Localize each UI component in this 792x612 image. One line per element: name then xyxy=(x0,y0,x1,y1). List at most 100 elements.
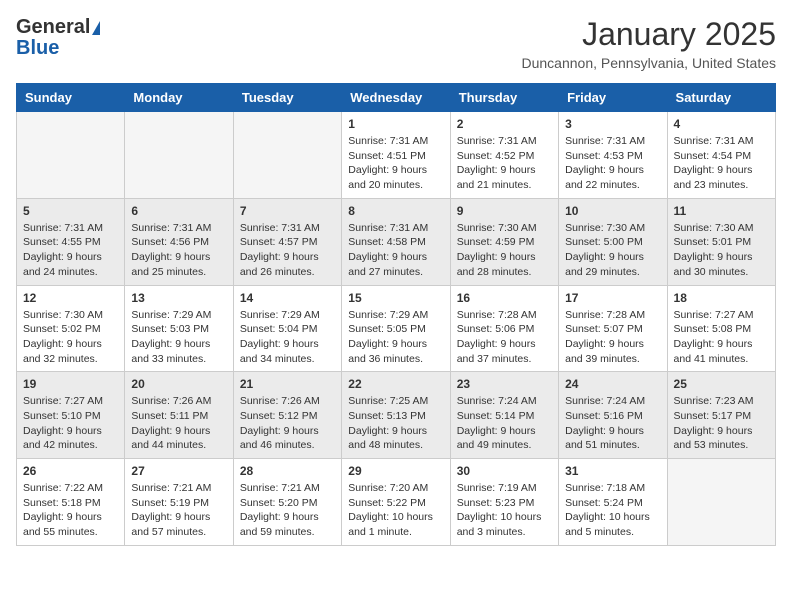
calendar-table: SundayMondayTuesdayWednesdayThursdayFrid… xyxy=(16,83,776,546)
calendar-cell: 26Sunrise: 7:22 AMSunset: 5:18 PMDayligh… xyxy=(17,459,125,546)
day-info: Sunrise: 7:31 AMSunset: 4:53 PMDaylight:… xyxy=(565,134,660,193)
day-number: 20 xyxy=(131,377,226,391)
calendar-cell: 16Sunrise: 7:28 AMSunset: 5:06 PMDayligh… xyxy=(450,285,558,372)
day-number: 21 xyxy=(240,377,335,391)
calendar-cell: 29 Sunrise: 7:20 AMSunset: 5:22 PMDayligh… xyxy=(342,459,450,546)
header-row: SundayMondayTuesdayWednesdayThursdayFrid… xyxy=(17,84,776,112)
calendar-cell: 5 Sunrise: 7:31 AMSunset: 4:55 PMDaylight… xyxy=(17,198,125,285)
day-info: Sunrise: 7:25 AMSunset: 5:13 PMDaylight:… xyxy=(348,394,443,453)
day-info: Sunrise: 7:28 AMSunset: 5:07 PMDaylight:… xyxy=(565,308,660,367)
weekday-header-thursday: Thursday xyxy=(450,84,558,112)
day-number: 30 xyxy=(457,464,552,478)
day-number: 15 xyxy=(348,291,443,305)
day-number: 10 xyxy=(565,204,660,218)
calendar-cell: 9 Sunrise: 7:30 AMSunset: 4:59 PMDaylight… xyxy=(450,198,558,285)
day-info: Sunrise: 7:30 AMSunset: 4:59 PMDaylight:… xyxy=(457,221,552,280)
weekday-header-friday: Friday xyxy=(559,84,667,112)
day-number: 9 xyxy=(457,204,552,218)
calendar-cell: 6Sunrise: 7:31 AMSunset: 4:56 PMDaylight… xyxy=(125,198,233,285)
day-info: Sunrise: 7:30 AMSunset: 5:01 PMDaylight:… xyxy=(674,221,769,280)
calendar-cell: 25Sunrise: 7:23 AMSunset: 5:17 PMDayligh… xyxy=(667,372,775,459)
page-header: General Blue January 2025 Duncannon, Pen… xyxy=(16,16,776,71)
day-number: 11 xyxy=(674,204,769,218)
week-row-3: 12 Sunrise: 7:30 AMSunset: 5:02 PMDayligh… xyxy=(17,285,776,372)
calendar-cell: 27 Sunrise: 7:21 AMSunset: 5:19 PMDayligh… xyxy=(125,459,233,546)
day-info: Sunrise: 7:30 AMSunset: 5:00 PMDaylight:… xyxy=(565,221,660,280)
day-info: Sunrise: 7:20 AMSunset: 5:22 PMDaylight:… xyxy=(348,481,443,540)
day-number: 1 xyxy=(348,117,443,131)
calendar-cell: 20Sunrise: 7:26 AMSunset: 5:11 PMDayligh… xyxy=(125,372,233,459)
day-number: 5 xyxy=(23,204,118,218)
calendar-cell xyxy=(17,112,125,199)
day-info: Sunrise: 7:26 AMSunset: 5:12 PMDaylight:… xyxy=(240,394,335,453)
calendar-cell: 24Sunrise: 7:24 AMSunset: 5:16 PMDayligh… xyxy=(559,372,667,459)
day-info: Sunrise: 7:29 AMSunset: 5:04 PMDaylight:… xyxy=(240,308,335,367)
day-info: Sunrise: 7:27 AMSunset: 5:08 PMDaylight:… xyxy=(674,308,769,367)
calendar-cell: 13Sunrise: 7:29 AMSunset: 5:03 PMDayligh… xyxy=(125,285,233,372)
day-number: 25 xyxy=(674,377,769,391)
day-number: 2 xyxy=(457,117,552,131)
day-info: Sunrise: 7:21 AMSunset: 5:19 PMDaylight:… xyxy=(131,481,226,540)
day-number: 4 xyxy=(674,117,769,131)
calendar-cell xyxy=(667,459,775,546)
day-info: Sunrise: 7:29 AMSunset: 5:05 PMDaylight:… xyxy=(348,308,443,367)
calendar-cell: 4 Sunrise: 7:31 AMSunset: 4:54 PMDaylight… xyxy=(667,112,775,199)
day-number: 22 xyxy=(348,377,443,391)
calendar-cell: 23 Sunrise: 7:24 AMSunset: 5:14 PMDayligh… xyxy=(450,372,558,459)
logo: General Blue xyxy=(16,16,100,60)
day-number: 29 xyxy=(348,464,443,478)
month-title: January 2025 xyxy=(522,16,777,53)
day-number: 23 xyxy=(457,377,552,391)
day-number: 19 xyxy=(23,377,118,391)
day-info: Sunrise: 7:21 AMSunset: 5:20 PMDaylight:… xyxy=(240,481,335,540)
calendar-cell xyxy=(125,112,233,199)
day-number: 12 xyxy=(23,291,118,305)
day-info: Sunrise: 7:31 AMSunset: 4:58 PMDaylight:… xyxy=(348,221,443,280)
day-info: Sunrise: 7:24 AMSunset: 5:16 PMDaylight:… xyxy=(565,394,660,453)
calendar-cell: 17 Sunrise: 7:28 AMSunset: 5:07 PMDayligh… xyxy=(559,285,667,372)
day-info: Sunrise: 7:27 AMSunset: 5:10 PMDaylight:… xyxy=(23,394,118,453)
calendar-cell: 11 Sunrise: 7:30 AMSunset: 5:01 PMDayligh… xyxy=(667,198,775,285)
calendar-cell: 31 Sunrise: 7:18 AMSunset: 5:24 PMDayligh… xyxy=(559,459,667,546)
weekday-header-wednesday: Wednesday xyxy=(342,84,450,112)
day-info: Sunrise: 7:30 AMSunset: 5:02 PMDaylight:… xyxy=(23,308,118,367)
weekday-header-monday: Monday xyxy=(125,84,233,112)
weekday-header-saturday: Saturday xyxy=(667,84,775,112)
day-info: Sunrise: 7:28 AMSunset: 5:06 PMDaylight:… xyxy=(457,308,552,367)
day-number: 18 xyxy=(674,291,769,305)
calendar-cell: 3 Sunrise: 7:31 AMSunset: 4:53 PMDaylight… xyxy=(559,112,667,199)
calendar-cell: 1Sunrise: 7:31 AMSunset: 4:51 PMDaylight… xyxy=(342,112,450,199)
day-number: 27 xyxy=(131,464,226,478)
day-info: Sunrise: 7:31 AMSunset: 4:55 PMDaylight:… xyxy=(23,221,118,280)
week-row-1: 1Sunrise: 7:31 AMSunset: 4:51 PMDaylight… xyxy=(17,112,776,199)
day-info: Sunrise: 7:31 AMSunset: 4:54 PMDaylight:… xyxy=(674,134,769,193)
day-number: 31 xyxy=(565,464,660,478)
day-info: Sunrise: 7:18 AMSunset: 5:24 PMDaylight:… xyxy=(565,481,660,540)
calendar-cell: 18 Sunrise: 7:27 AMSunset: 5:08 PMDayligh… xyxy=(667,285,775,372)
calendar-cell: 30 Sunrise: 7:19 AMSunset: 5:23 PMDayligh… xyxy=(450,459,558,546)
day-info: Sunrise: 7:24 AMSunset: 5:14 PMDaylight:… xyxy=(457,394,552,453)
day-info: Sunrise: 7:31 AMSunset: 4:52 PMDaylight:… xyxy=(457,134,552,193)
logo-general: General xyxy=(16,16,90,39)
title-block: January 2025 Duncannon, Pennsylvania, Un… xyxy=(522,16,777,71)
calendar-cell: 19 Sunrise: 7:27 AMSunset: 5:10 PMDayligh… xyxy=(17,372,125,459)
day-number: 7 xyxy=(240,204,335,218)
calendar-cell: 14 Sunrise: 7:29 AMSunset: 5:04 PMDayligh… xyxy=(233,285,341,372)
day-info: Sunrise: 7:22 AMSunset: 5:18 PMDaylight:… xyxy=(23,481,118,540)
day-info: Sunrise: 7:31 AMSunset: 4:57 PMDaylight:… xyxy=(240,221,335,280)
calendar-cell: 10 Sunrise: 7:30 AMSunset: 5:00 PMDayligh… xyxy=(559,198,667,285)
day-info: Sunrise: 7:31 AMSunset: 4:56 PMDaylight:… xyxy=(131,221,226,280)
day-number: 3 xyxy=(565,117,660,131)
week-row-4: 19 Sunrise: 7:27 AMSunset: 5:10 PMDayligh… xyxy=(17,372,776,459)
location-title: Duncannon, Pennsylvania, United States xyxy=(522,55,777,71)
day-number: 14 xyxy=(240,291,335,305)
calendar-cell: 15 Sunrise: 7:29 AMSunset: 5:05 PMDayligh… xyxy=(342,285,450,372)
weekday-header-sunday: Sunday xyxy=(17,84,125,112)
week-row-2: 5 Sunrise: 7:31 AMSunset: 4:55 PMDaylight… xyxy=(17,198,776,285)
day-number: 17 xyxy=(565,291,660,305)
calendar-cell: 7 Sunrise: 7:31 AMSunset: 4:57 PMDaylight… xyxy=(233,198,341,285)
day-number: 8 xyxy=(348,204,443,218)
calendar-cell: 8 Sunrise: 7:31 AMSunset: 4:58 PMDaylight… xyxy=(342,198,450,285)
day-number: 28 xyxy=(240,464,335,478)
day-info: Sunrise: 7:19 AMSunset: 5:23 PMDaylight:… xyxy=(457,481,552,540)
